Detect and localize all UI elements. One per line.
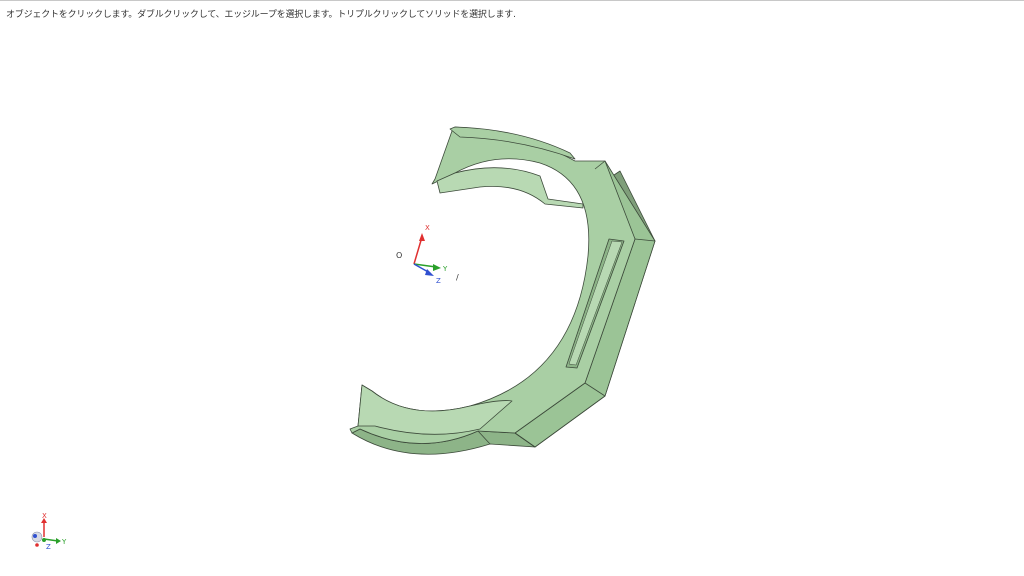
origin-y-label: Y (442, 265, 448, 273)
view-y-axis (43, 538, 59, 542)
bracket-model[interactable] (349, 126, 656, 455)
view-x-label: X (42, 512, 47, 520)
origin-x-arrow-icon (419, 233, 425, 241)
origin-label: O (396, 251, 402, 260)
view-z-dot-icon (33, 534, 37, 538)
view-y-arrow-icon (56, 538, 61, 544)
origin-z-label: Z (436, 277, 441, 285)
view-y-dot-icon (42, 538, 46, 542)
origin-z-arrow-icon (425, 269, 434, 276)
origin-triad: O X Y Z / (396, 224, 459, 285)
view-orientation-triad[interactable]: X Y Z (31, 512, 67, 551)
origin-extra-label: / (456, 273, 459, 282)
3d-viewport[interactable]: オブジェクトをクリックします。ダブルクリックして、エッジループを選択します。トリ… (0, 0, 1024, 576)
origin-x-label: X (425, 224, 430, 232)
view-y-label: Y (61, 538, 67, 546)
origin-y-arrow-icon (433, 264, 441, 271)
view-z-label: Z (46, 543, 51, 551)
origin-x-axis (413, 236, 423, 265)
model-canvas[interactable]: O X Y Z / X Y Z (0, 1, 1024, 576)
view-x-dot-icon (35, 543, 39, 547)
